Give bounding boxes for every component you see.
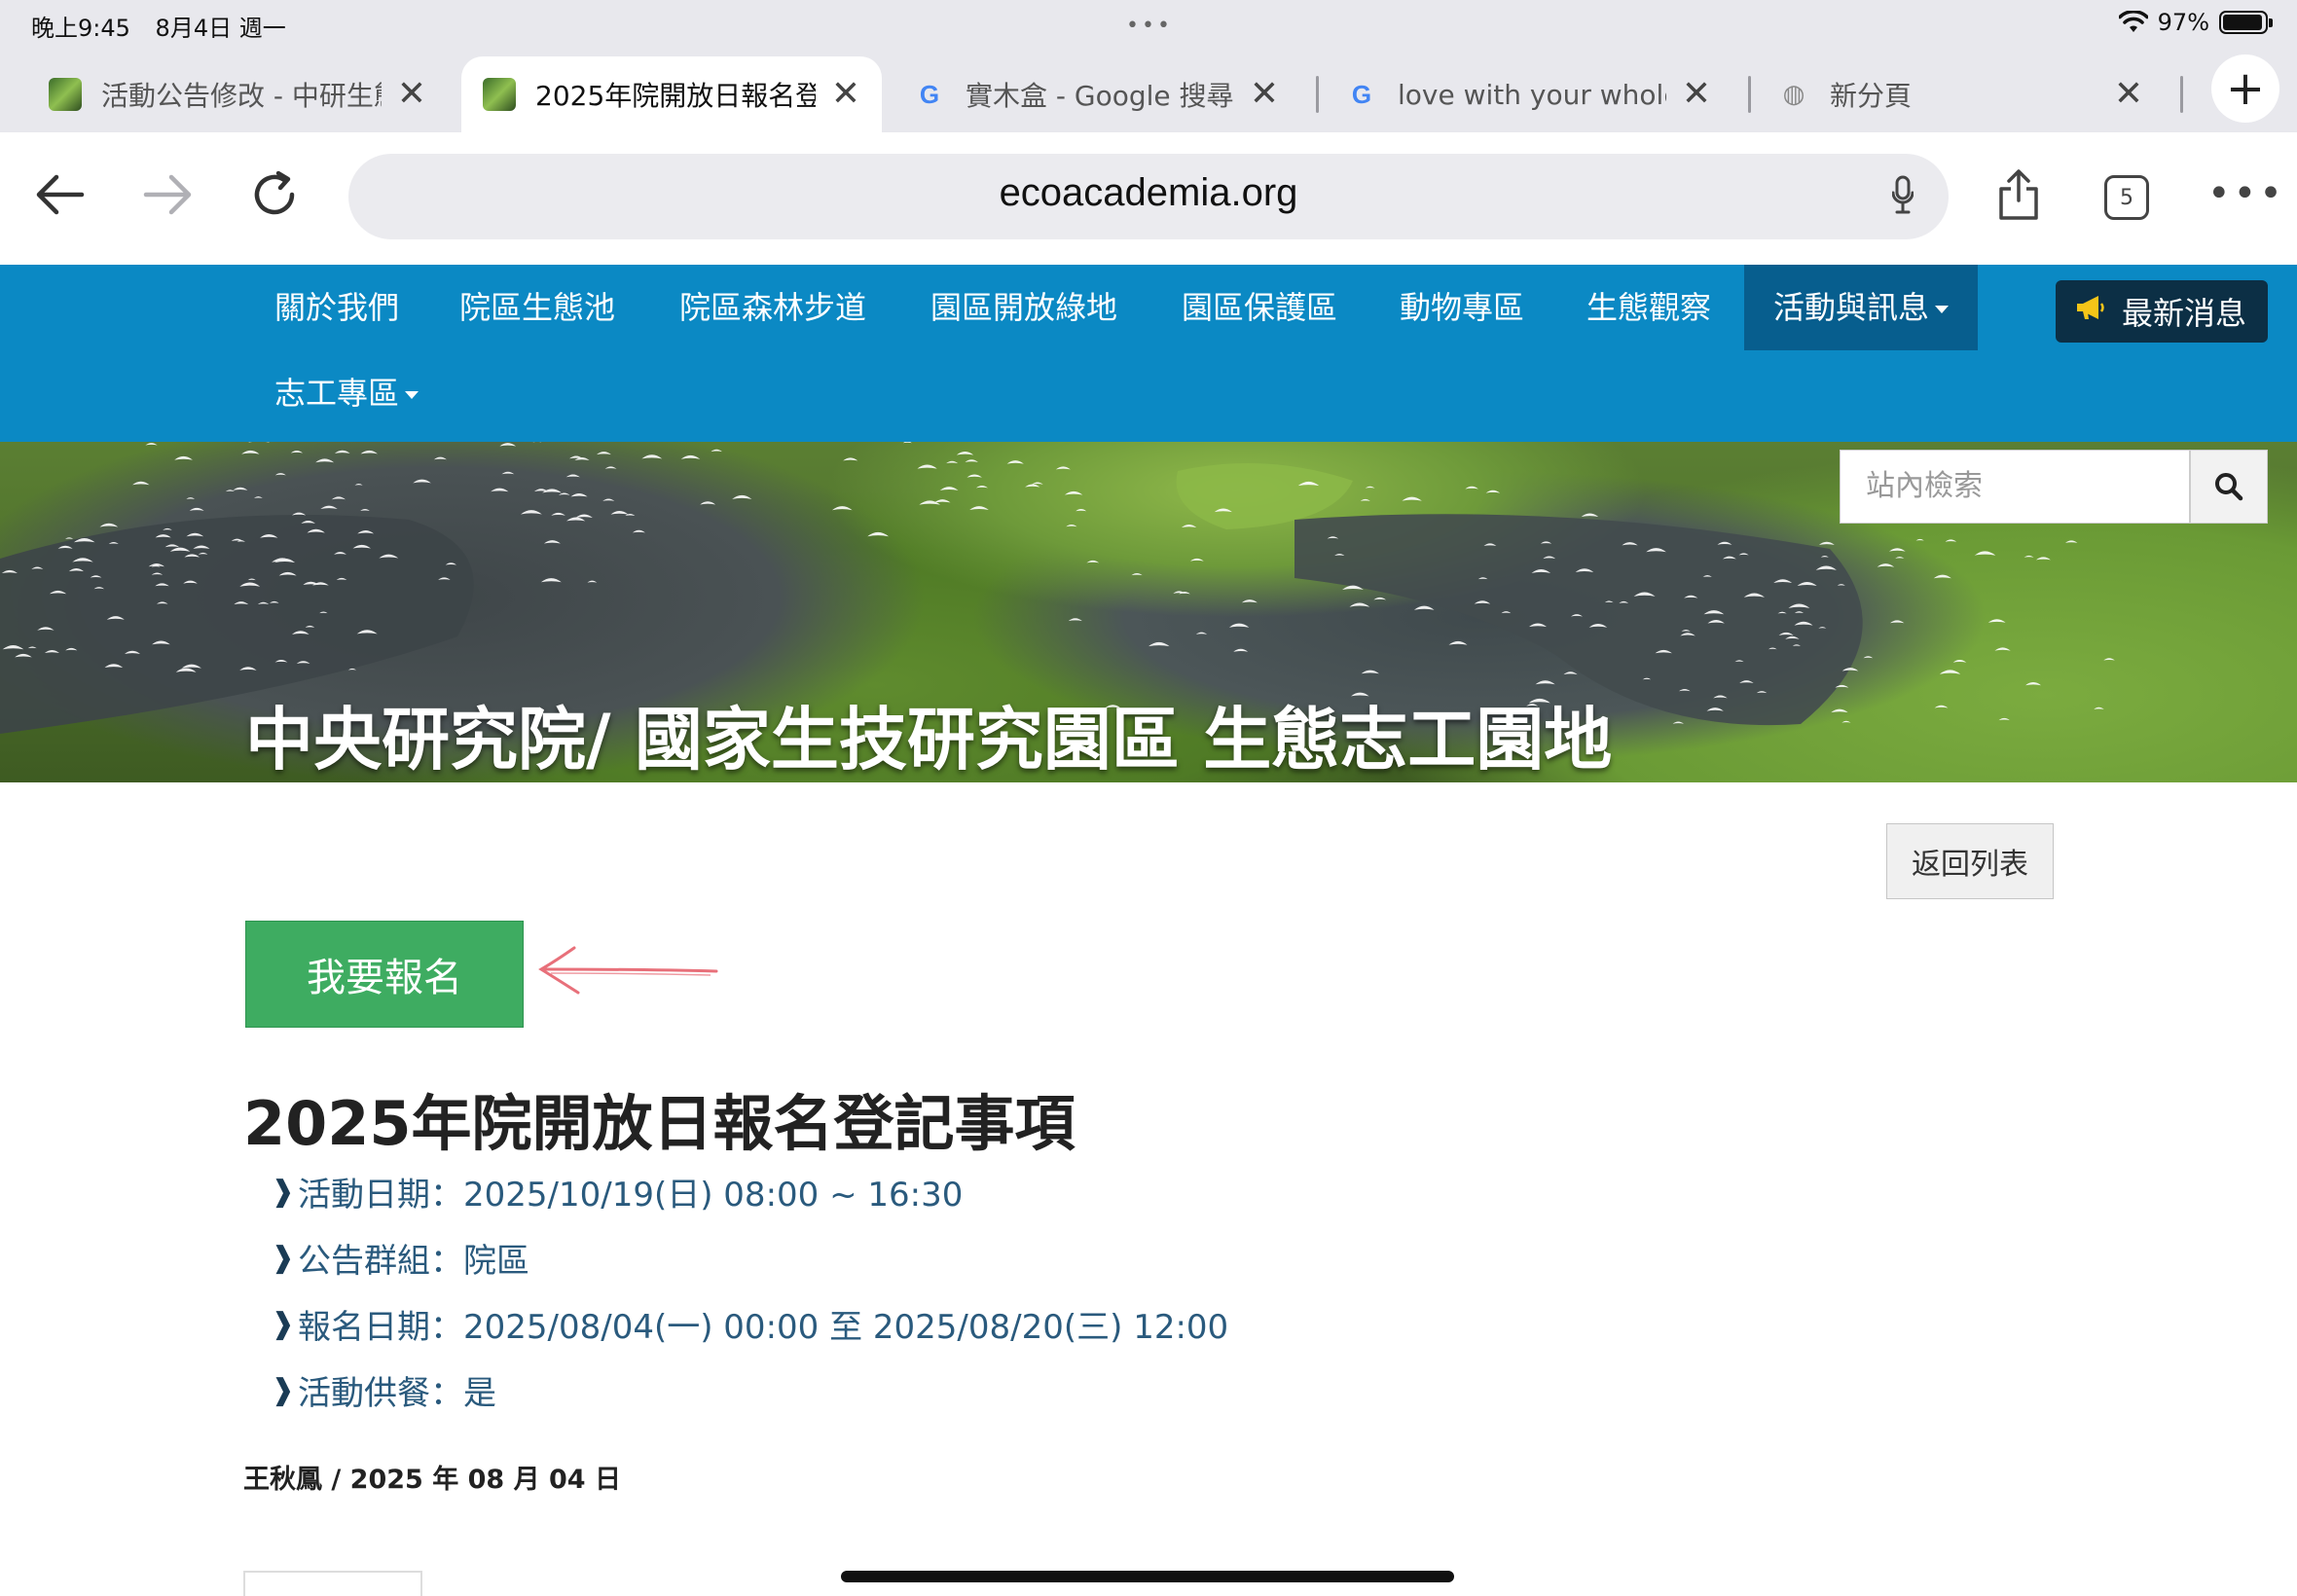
close-icon[interactable]: ✕ <box>1682 77 1711 112</box>
close-icon[interactable]: ✕ <box>831 77 860 112</box>
plus-icon: + <box>2225 61 2266 116</box>
site-navigation: 關於我們 院區生態池 院區森林步道 園區開放綠地 園區保護區 動物專區 生態觀察… <box>0 265 2297 442</box>
red-arrow-annotation-icon <box>538 946 718 995</box>
close-icon[interactable]: ✕ <box>1250 77 1279 112</box>
multitasking-dots-icon[interactable]: ••• <box>1126 14 1173 38</box>
tab-title: 新分頁 <box>1830 80 1913 112</box>
tab-open-day-registration[interactable]: 2025年院開放日報名登記 ✕ <box>461 56 882 132</box>
chevron-right-icon: ❱ <box>271 1306 296 1341</box>
tab-activity-edit[interactable]: 活動公告修改 - 中研生態 ✕ <box>27 56 448 132</box>
back-to-list-button[interactable]: 返回列表 <box>1886 823 2054 899</box>
info-label: 活動日期： <box>298 1175 463 1215</box>
list-item: ❱ 活動供餐： 是 <box>271 1357 1228 1423</box>
info-value: 2025/10/19(日) 08:00 ~ 16:30 <box>463 1175 964 1215</box>
register-button[interactable]: 我要報名 <box>245 921 524 1028</box>
globe-icon: ◍ <box>1782 80 1805 109</box>
google-icon: G <box>919 79 940 109</box>
meta-separator: / <box>331 1465 350 1495</box>
info-label: 公告群組： <box>298 1241 463 1281</box>
battery-icon <box>2219 11 2273 34</box>
tab-separator <box>1316 76 1319 113</box>
nav-forest-trail[interactable]: 院區森林步道 <box>679 265 866 350</box>
nav-animals[interactable]: 動物專區 <box>1400 265 1524 350</box>
wifi-icon <box>2118 11 2148 32</box>
tab-title: 活動公告修改 - 中研生態 <box>101 80 382 112</box>
back-arrow-icon[interactable] <box>35 169 86 228</box>
status-time: 晚上9:45 <box>31 15 130 42</box>
tab-overview-button[interactable]: 5 <box>2104 175 2149 220</box>
megaphone-icon <box>2075 294 2106 329</box>
browser-toolbar: ecoacademia.org 5 ••• <box>0 132 2297 265</box>
info-value: 院區 <box>463 1241 529 1281</box>
latest-news-button[interactable]: 最新消息 <box>2056 280 2268 343</box>
nav-activities-news-label: 活動與訊息 <box>1773 289 1949 326</box>
close-icon[interactable]: ✕ <box>2114 77 2143 112</box>
nav-ecological-pond[interactable]: 院區生態池 <box>459 265 615 350</box>
post-meta: 王秋鳳 / 2025 年 08 月 04 日 <box>243 1458 621 1496</box>
status-time-date: 晚上9:45 8月4日 週一 <box>31 9 304 43</box>
nav-protected-area[interactable]: 園區保護區 <box>1182 265 1337 350</box>
battery-percent: 97% <box>2157 9 2209 36</box>
more-options-icon[interactable]: ••• <box>2207 171 2285 216</box>
partial-content-box <box>243 1571 422 1596</box>
close-icon[interactable]: ✕ <box>397 77 426 112</box>
list-item: ❱ 報名日期： 2025/08/04(一) 00:00 至 2025/08/20… <box>271 1290 1228 1357</box>
tab-google-wood-box[interactable]: G 實木盒 - Google 搜尋 ✕ <box>892 56 1300 132</box>
search-icon <box>2215 473 2243 501</box>
nav-volunteer-area-label: 志工專區 <box>274 375 419 412</box>
chevron-right-icon: ❱ <box>271 1174 296 1209</box>
post-author: 王秋鳳 <box>243 1465 322 1495</box>
status-right: 97% <box>2118 9 2273 36</box>
nav-activities-news[interactable]: 活動與訊息 <box>1744 265 1979 350</box>
frog-favicon-icon <box>49 78 82 111</box>
back-to-list-label: 返回列表 <box>1912 848 2028 882</box>
nav-open-green-space[interactable]: 園區開放綠地 <box>930 265 1117 350</box>
search-button[interactable] <box>2190 450 2268 524</box>
tab-title: love with your whole heart <box>1398 78 1666 111</box>
latest-news-label: 最新消息 <box>2122 295 2247 332</box>
nav-ecology-observation[interactable]: 生態觀察 <box>1586 265 1711 350</box>
url-text: ecoacademia.org <box>999 171 1298 214</box>
info-label: 活動供餐： <box>298 1373 463 1413</box>
reload-icon[interactable] <box>249 169 300 232</box>
post-date: 2025 年 08 月 04 日 <box>349 1465 621 1495</box>
google-icon: G <box>1351 79 1372 109</box>
info-value: 是 <box>463 1373 496 1413</box>
hero-banner: 中央研究院/ 國家生技研究園區 生態志工園地 站內檢索 <box>0 442 2297 782</box>
tab-google-love[interactable]: G love with your whole heart ✕ <box>1324 56 1732 132</box>
chevron-right-icon: ❱ <box>271 1240 296 1275</box>
status-date: 8月4日 週一 <box>155 15 286 42</box>
chevron-right-icon: ❱ <box>271 1372 296 1407</box>
nav-volunteer-area[interactable]: 志工專區 <box>274 350 419 436</box>
register-label: 我要報名 <box>307 956 462 1000</box>
tab-separator <box>1748 76 1751 113</box>
site-search-input[interactable]: 站內檢索 <box>1840 450 2190 524</box>
info-label: 報名日期： <box>298 1307 463 1347</box>
event-info-list: ❱ 活動日期： 2025/10/19(日) 08:00 ~ 16:30 ❱ 公告… <box>271 1158 1228 1423</box>
banner-title: 中央研究院/ 國家生技研究園區 生態志工園地 <box>245 700 1613 780</box>
tab-separator <box>2180 76 2183 113</box>
share-icon[interactable] <box>1997 167 2040 222</box>
tab-title: 2025年院開放日報名登記 <box>535 80 816 112</box>
tab-title: 實木盒 - Google 搜尋 <box>966 80 1234 112</box>
tab-strip: 活動公告修改 - 中研生態 ✕ 2025年院開放日報名登記 ✕ G 實木盒 - … <box>0 47 2297 132</box>
new-tab-button[interactable]: + <box>2211 54 2279 123</box>
forward-arrow-icon[interactable] <box>142 169 193 228</box>
microphone-icon[interactable] <box>1892 175 1914 214</box>
frog-favicon-icon <box>483 78 516 111</box>
list-item: ❱ 公告群組： 院區 <box>271 1224 1228 1290</box>
list-item: ❱ 活動日期： 2025/10/19(日) 08:00 ~ 16:30 <box>271 1158 1228 1224</box>
tab-new-tab[interactable]: ◍ 新分頁 ✕ <box>1756 56 2165 132</box>
info-value: 2025/08/04(一) 00:00 至 2025/08/20(三) 12:0… <box>463 1307 1229 1347</box>
home-indicator[interactable] <box>841 1571 1454 1582</box>
site-search-placeholder: 站內檢索 <box>1866 469 1983 503</box>
status-bar: 晚上9:45 8月4日 週一 ••• 97% <box>0 0 2297 47</box>
page-title: 2025年院開放日報名登記事項 <box>243 1088 1076 1159</box>
nav-about-us[interactable]: 關於我們 <box>274 265 399 350</box>
tab-count: 5 <box>2120 185 2133 210</box>
address-bar[interactable]: ecoacademia.org <box>348 154 1949 239</box>
